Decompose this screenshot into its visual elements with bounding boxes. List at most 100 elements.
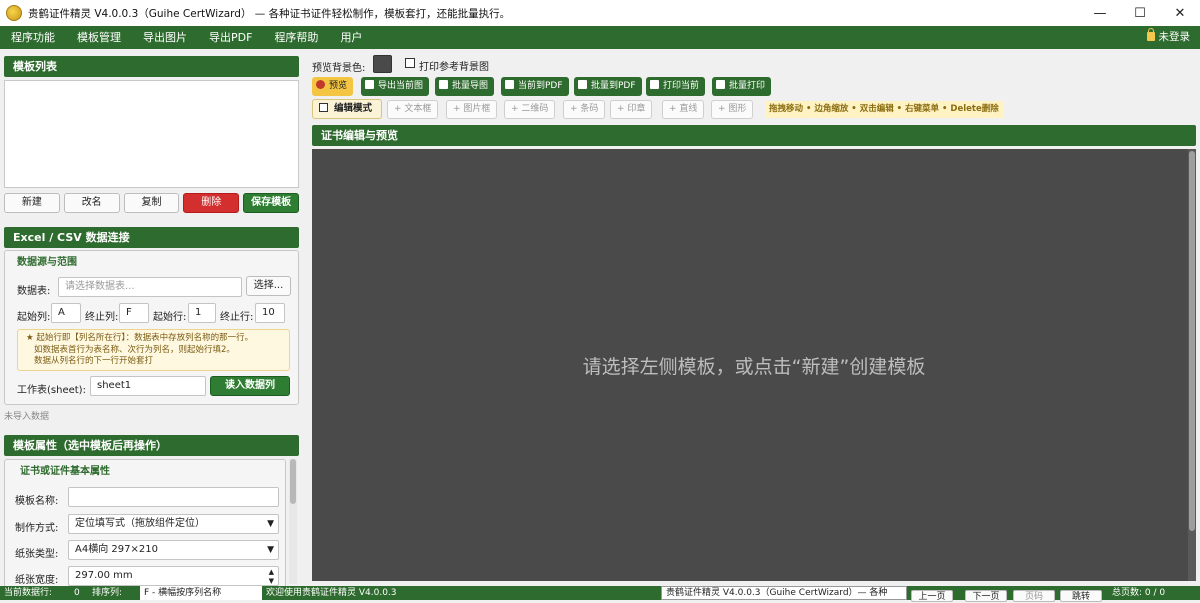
note-line-1: ★ 起始行即【列名所在行】：数据表中存放列名称的那一行。 (26, 333, 254, 343)
login-status[interactable]: 未登录 (1146, 26, 1191, 49)
props-scrollbar[interactable] (289, 459, 297, 584)
menu-export-pdf[interactable]: 导出PDF (198, 26, 263, 49)
menu-help[interactable]: 程序帮助 (263, 26, 329, 49)
title-tooltip: 贵鹤证件精灵 V4.0.0.3（Guihe CertWizard）— 各种 (661, 586, 907, 600)
sheet-label: 工作表(sheet): (17, 385, 86, 396)
add-image-button[interactable]: + 图片框 (446, 100, 498, 119)
add-qrcode-button[interactable]: + 二维码 (504, 100, 556, 119)
batch-pdf-button[interactable]: 批量到PDF (574, 77, 642, 96)
note-line-2: 如数据表首行为表名称、次行为列名，则起始行填2。 (34, 344, 235, 355)
method-value: 定位填写式（拖放组件定位） (75, 518, 205, 529)
menu-export-image[interactable]: 导出图片 (132, 26, 198, 49)
next-page-button[interactable]: 下一页 (965, 590, 1007, 602)
printer-icon (650, 80, 659, 89)
add-barcode-button[interactable]: + 条码 (563, 100, 606, 119)
lock-icon (1146, 28, 1155, 41)
print-current-button[interactable]: 打印当前 (646, 77, 706, 96)
images-icon (439, 80, 448, 89)
chevron-down-icon: ▼ (267, 545, 274, 555)
endcol-label: 终止列: (85, 312, 119, 323)
startcol-input[interactable]: A (51, 303, 81, 323)
prev-page-button[interactable]: 上一页 (911, 590, 953, 602)
status-total-pages: 总页数: 0 / 0 (1112, 588, 1166, 598)
title-bar: 贵鹤证件精灵 V4.0.0.3（Guihe CertWizard） — 各种证书… (0, 0, 1200, 26)
read-columns-button[interactable]: 读入数据列 (210, 376, 290, 396)
page-number-input[interactable]: 页码 (1013, 590, 1055, 602)
datafile-input[interactable]: 请选择数据表... (58, 277, 242, 297)
template-list[interactable] (4, 80, 299, 188)
image-icon (365, 80, 374, 89)
current-pdf-button[interactable]: 当前到PDF (501, 77, 569, 96)
menu-bar: 程序功能 模板管理 导出图片 导出PDF 程序帮助 用户 未登录 (0, 26, 1200, 49)
left-panel: 模板列表 新建 改名 复制 删除 保存模板 Excel / CSV 数据连接 数… (0, 49, 304, 589)
menu-user[interactable]: 用户 (329, 26, 373, 49)
preview-button[interactable]: 预览 (312, 77, 354, 96)
startrow-input[interactable]: 1 (188, 303, 216, 323)
data-source-group-label: 数据源与范围 (17, 257, 77, 268)
width-value: 297.00 mm (75, 570, 133, 581)
template-name-input[interactable] (68, 487, 279, 507)
endrow-input[interactable]: 10 (255, 303, 285, 323)
export-current-button[interactable]: 导出当前图 (361, 77, 430, 96)
preview-bg-swatch[interactable] (373, 55, 392, 73)
spinner-arrows-icon: ▲ ▼ (268, 568, 274, 585)
minimize-icon[interactable]: — (1080, 0, 1120, 26)
canvas-header: 证书编辑与预览 (312, 125, 1196, 146)
template-name-label: 模板名称: (15, 496, 59, 507)
method-label: 制作方式: (15, 523, 59, 534)
jump-button[interactable]: 跳转 (1060, 590, 1102, 602)
copy-template-button[interactable]: 复制 (123, 193, 180, 213)
batch-pdf-label: 批量到PDF (591, 81, 636, 91)
template-buttons: 新建 改名 复制 删除 保存模板 (4, 193, 299, 213)
batch-print-label: 批量打印 (729, 81, 766, 91)
chevron-down-icon: ▼ (267, 519, 274, 529)
canvas-scroll-thumb[interactable] (1189, 151, 1195, 531)
canvas-scrollbar[interactable] (1188, 149, 1196, 581)
save-template-button[interactable]: 保存模板 (243, 193, 299, 213)
edit-mode-toggle[interactable]: 编辑模式 (312, 99, 382, 119)
print-bg-checkbox[interactable] (405, 58, 415, 68)
rename-template-button[interactable]: 改名 (63, 193, 120, 213)
maximize-icon[interactable]: ☐ (1120, 0, 1160, 26)
edit-mode-label: 编辑模式 (334, 103, 373, 114)
login-label: 未登录 (1158, 31, 1191, 43)
edit-mode-checkbox[interactable] (319, 103, 328, 112)
menu-program[interactable]: 程序功能 (0, 26, 66, 49)
add-shape-button[interactable]: + 图形 (711, 100, 754, 119)
endrow-label: 终止行: (220, 312, 254, 323)
props-header: 模板属性（选中模板后再操作） (4, 435, 299, 456)
edit-hint: 拖拽移动 • 边角缩放 • 双击编辑 • 右键菜单 • Delete删除 (765, 101, 1003, 118)
new-template-button[interactable]: 新建 (4, 193, 60, 213)
paper-label: 纸张类型: (15, 549, 59, 560)
app-logo-icon (6, 5, 22, 21)
browse-button[interactable]: 选择... (246, 276, 291, 296)
width-spinner[interactable]: 297.00 mm ▲ ▼ (68, 566, 279, 586)
props-scroll-thumb[interactable] (290, 459, 296, 504)
startrow-label: 起始行: (153, 312, 187, 323)
sheet-input[interactable]: sheet1 (90, 376, 206, 396)
status-message: 欢迎使用贵鹤证件精灵 V4.0.0.3 (266, 588, 397, 598)
add-line-button[interactable]: + 直线 (662, 100, 705, 119)
delete-template-button[interactable]: 删除 (183, 193, 240, 213)
paper-value: A4横向 297×210 (75, 544, 158, 555)
add-text-button[interactable]: + 文本框 (387, 100, 439, 119)
width-label: 纸张宽度: (15, 575, 59, 586)
window-controls: — ☐ ✕ (1080, 0, 1200, 26)
import-status: 未导入数据 (4, 412, 50, 422)
status-current-row-label: 当前数据行: (4, 588, 53, 598)
certificate-canvas[interactable]: 请选择左侧模板，或点击“新建”创建模板 (312, 149, 1196, 581)
batch-print-button[interactable]: 批量打印 (712, 77, 772, 96)
batch-image-button[interactable]: 批量导图 (435, 77, 495, 96)
close-icon[interactable]: ✕ (1160, 0, 1200, 26)
datafile-label: 数据表: (17, 286, 51, 297)
method-select[interactable]: 定位填写式（拖放组件定位） ▼ (68, 514, 279, 534)
paper-select[interactable]: A4横向 297×210 ▼ (68, 540, 279, 560)
add-stamp-button[interactable]: + 印章 (610, 100, 653, 119)
printer-icon (716, 80, 725, 89)
current-pdf-label: 当前到PDF (518, 81, 563, 91)
endcol-input[interactable]: F (119, 303, 149, 323)
right-panel: 预览背景色: 打印参考背景图 预览 导出当前图 批量导图 当前到PDF 批量到P… (304, 49, 1200, 586)
sort-select[interactable]: F - 横幅按序列名称 (140, 586, 262, 600)
canvas-empty-message: 请选择左侧模板，或点击“新建”创建模板 (582, 355, 926, 378)
menu-templates[interactable]: 模板管理 (66, 26, 132, 49)
